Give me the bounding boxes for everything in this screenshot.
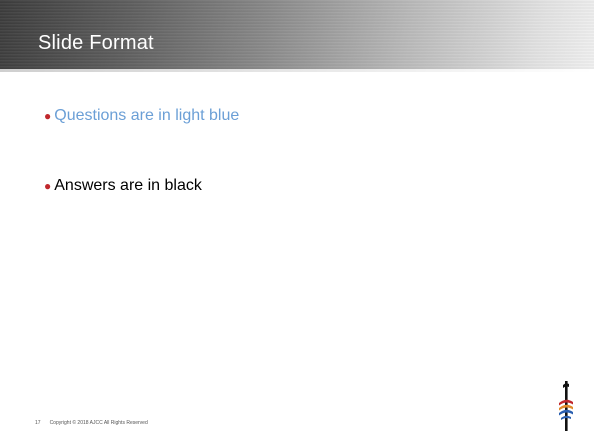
bullet-answer-text: Answers are in black — [54, 177, 202, 194]
bullet-question: ● Questions are in light blue — [44, 107, 239, 125]
title-bar: Slide Format — [0, 0, 594, 72]
slide-footer: 17 Copyright © 2018 AJCC All Rights Rese… — [35, 420, 148, 426]
copyright-text: Copyright © 2018 AJCC All Rights Reserve… — [49, 420, 148, 426]
slide: Slide Format ● Questions are in light bl… — [0, 0, 594, 445]
page-number: 17 — [35, 420, 41, 426]
bullet-question-text: Questions are in light blue — [54, 107, 240, 124]
bullet-marker-icon: ● — [44, 109, 52, 123]
bullet-answer: ● Answers are in black — [44, 177, 202, 195]
slide-title: Slide Format — [38, 32, 154, 54]
ajcc-logo-icon — [559, 381, 573, 431]
bullet-marker-icon: ● — [44, 179, 52, 193]
